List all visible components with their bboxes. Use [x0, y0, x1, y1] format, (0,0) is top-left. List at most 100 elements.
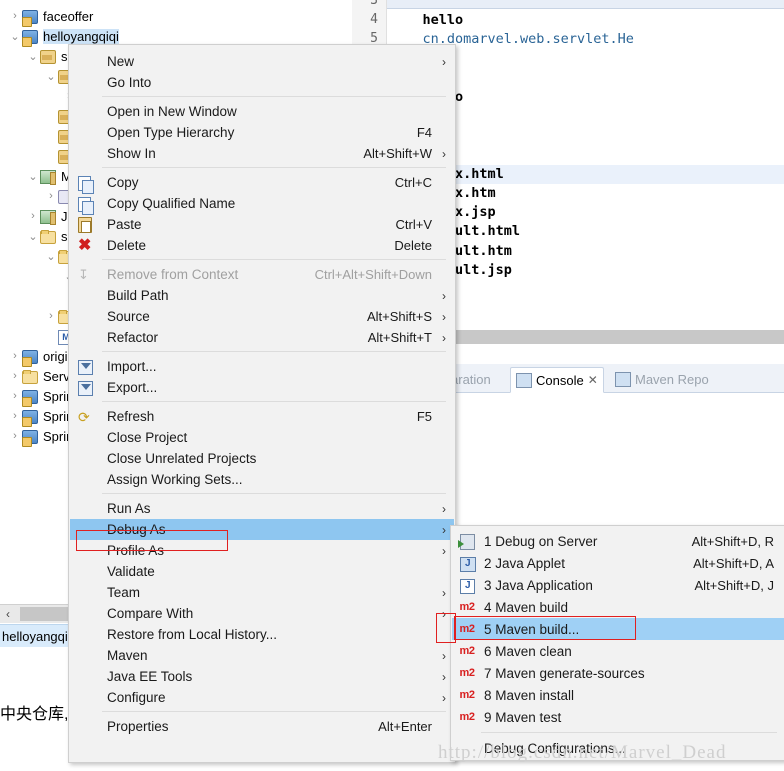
folder-icon: [22, 368, 40, 384]
submenu-item-7-maven-generate-sources[interactable]: m2 7 Maven generate-sources: [452, 662, 784, 684]
menu-item-copy[interactable]: Copy Ctrl+C: [70, 172, 454, 194]
menu-item-label: Open in New Window: [107, 104, 237, 119]
menu-item-debug-as[interactable]: Debug As ›: [70, 519, 454, 540]
menu-item-close-unrelated-projects[interactable]: Close Unrelated Projects: [70, 448, 454, 469]
debug-as-submenu[interactable]: 1 Debug on Server Alt+Shift+D, R 2 Java Ap…: [450, 525, 784, 761]
tree-item-jr[interactable]: ›JR: [0, 206, 77, 226]
tree-item-sprin[interactable]: › Sprin: [0, 386, 73, 407]
twisty-collapsed-icon[interactable]: ›: [8, 390, 22, 402]
library-icon-glyph: [40, 170, 56, 185]
menu-item-build-path[interactable]: Build Path ›: [70, 285, 454, 306]
menu-item-export[interactable]: Export...: [70, 377, 454, 398]
menu-item-profile-as[interactable]: Profile As ›: [70, 540, 454, 561]
close-icon[interactable]: ✕: [588, 373, 598, 387]
submenu-item-4-maven-build[interactable]: m2 4 Maven build: [452, 596, 784, 618]
twisty-expanded-icon[interactable]: ⌄: [44, 70, 58, 83]
applet-icon: [458, 555, 476, 572]
menu-item-source[interactable]: Source Alt+Shift+S ›: [70, 306, 454, 327]
submenu-item-9-maven-test[interactable]: m2 9 Maven test: [452, 706, 784, 728]
submenu-item-label: 2 Java Applet: [484, 555, 566, 571]
menu-item-copy-qualified-name[interactable]: Copy Qualified Name: [70, 193, 454, 215]
menu-item-go-into[interactable]: Go Into: [70, 72, 454, 93]
twisty-collapsed-icon[interactable]: ›: [8, 410, 22, 422]
twisty-expanded-icon[interactable]: ⌄: [44, 250, 58, 263]
submenu-arrow-icon: ›: [442, 309, 446, 324]
tree-item-sr[interactable]: ⌄ sr: [0, 46, 72, 66]
menu-item-compare-with[interactable]: Compare With ›: [70, 603, 454, 624]
menu-item-label: Source: [107, 309, 150, 324]
submenu-arrow-icon: ›: [442, 54, 446, 69]
menu-item-configure[interactable]: Configure ›: [70, 687, 454, 708]
menu-item-assign-working-sets[interactable]: Assign Working Sets...: [70, 469, 454, 490]
submenu-item-label: 4 Maven build: [484, 599, 569, 615]
java-project-icon-glyph: [22, 430, 38, 447]
menu-item-team[interactable]: Team ›: [70, 582, 454, 603]
menu-item-maven[interactable]: Maven ›: [70, 645, 454, 666]
menu-item-close-project[interactable]: Close Project: [70, 427, 454, 448]
submenu-arrow-icon: ›: [442, 669, 446, 684]
submenu-item-6-maven-clean[interactable]: m2 6 Maven clean: [452, 640, 784, 662]
code-line[interactable]: hello: [390, 12, 464, 29]
scroll-left-icon[interactable]: ‹: [6, 607, 10, 621]
view-tab-maven-repo[interactable]: Maven Repo: [610, 367, 714, 391]
submenu-item-5-maven-build[interactable]: m2 5 Maven build...: [452, 618, 784, 640]
twisty-expanded-icon[interactable]: ⌄: [26, 50, 40, 63]
submenu-item-2-java-applet[interactable]: 2 Java Applet Alt+Shift+D, A: [452, 552, 784, 574]
twisty-expanded-icon[interactable]: ⌄: [26, 170, 40, 183]
menu-item-run-as[interactable]: Run As ›: [70, 498, 454, 519]
twisty-collapsed-icon[interactable]: ›: [44, 310, 58, 322]
copy-qualified-name-icon: [78, 196, 94, 215]
twisty-collapsed-icon[interactable]: ›: [44, 190, 58, 202]
menu-item-new[interactable]: New ›: [70, 51, 454, 72]
menu-item-java-ee-tools[interactable]: Java EE Tools ›: [70, 666, 454, 687]
submenu-arrow-icon: ›: [442, 288, 446, 303]
menu-item-remove-from-context[interactable]: ↧ Remove from Context Ctrl+Alt+Shift+Down: [70, 264, 454, 285]
source-folder-icon: [40, 48, 58, 64]
menu-item-open-in-new-window[interactable]: Open in New Window: [70, 101, 454, 122]
tree-item-faceoffer[interactable]: › faceoffer: [0, 6, 93, 27]
twisty-collapsed-icon[interactable]: ›: [8, 350, 22, 362]
tree-item-serve[interactable]: › Serve: [0, 366, 77, 386]
menu-item-label: Go Into: [107, 75, 152, 90]
menu-item-show-in[interactable]: Show In Alt+Shift+W ›: [70, 143, 454, 164]
menu-item-label: Restore from Local History...: [107, 627, 278, 642]
submenu-item-1-debug-on-server[interactable]: 1 Debug on Server Alt+Shift+D, R: [452, 530, 784, 552]
menu-item-label: Assign Working Sets...: [107, 472, 243, 487]
menu-item-refactor[interactable]: Refactor Alt+Shift+T ›: [70, 327, 454, 348]
menu-item-accelerator: Alt+Shift+T: [367, 330, 432, 345]
submenu-item-8-maven-install[interactable]: m2 8 Maven install: [452, 684, 784, 706]
submenu-item-label: 3 Java Application: [484, 577, 593, 593]
twisty-collapsed-icon[interactable]: ›: [8, 10, 22, 22]
twisty-collapsed-icon[interactable]: ›: [26, 210, 40, 222]
tree-item-sr[interactable]: ⌄ sr: [0, 226, 72, 246]
submenu-item-label: 8 Maven install: [484, 687, 575, 703]
submenu-item-label: 5 Maven build...: [484, 621, 580, 637]
twisty-expanded-icon[interactable]: ⌄: [8, 30, 22, 43]
twisty-collapsed-icon[interactable]: ›: [8, 370, 22, 382]
menu-item-restore-from-local-history[interactable]: Restore from Local History...: [70, 624, 454, 645]
twisty-collapsed-icon[interactable]: ›: [8, 430, 22, 442]
menu-item-open-type-hierarchy[interactable]: Open Type Hierarchy F4: [70, 122, 454, 143]
tree-item-origi[interactable]: › origi: [0, 346, 68, 367]
tree-item-helloyangqiqi[interactable]: ⌄ helloyangqiqi: [0, 26, 119, 47]
tree-item-sprin[interactable]: › Sprin: [0, 426, 73, 447]
menu-separator: [102, 493, 446, 494]
project-context-menu[interactable]: New › Go Into Open in New Window Open Type H…: [68, 44, 456, 763]
view-tab-console[interactable]: Console ✕: [510, 367, 604, 393]
tree-item-label: helloyangqiqi: [43, 28, 119, 44]
submenu-arrow-icon: ›: [442, 330, 446, 345]
menu-item-label: Configure: [107, 690, 166, 705]
menu-item-import[interactable]: Import...: [70, 356, 454, 377]
tree-item-sprin[interactable]: › Sprin: [0, 406, 73, 427]
menu-item-properties[interactable]: Properties Alt+Enter: [70, 716, 454, 737]
java-project-icon-glyph: [22, 350, 38, 367]
menu-item-paste[interactable]: Paste Ctrl+V: [70, 214, 454, 235]
menu-item-delete[interactable]: ✖ Delete Delete: [70, 235, 454, 256]
tree-item-m[interactable]: ⌄ M: [0, 166, 72, 186]
menu-item-refresh[interactable]: ⟳ Refresh F5: [70, 406, 454, 427]
twisty-expanded-icon[interactable]: ⌄: [26, 230, 40, 243]
console-icon: [516, 372, 532, 388]
submenu-item-label: 7 Maven generate-sources: [484, 665, 645, 681]
submenu-item-3-java-application[interactable]: 3 Java Application Alt+Shift+D, J: [452, 574, 784, 596]
menu-item-validate[interactable]: Validate: [70, 561, 454, 582]
